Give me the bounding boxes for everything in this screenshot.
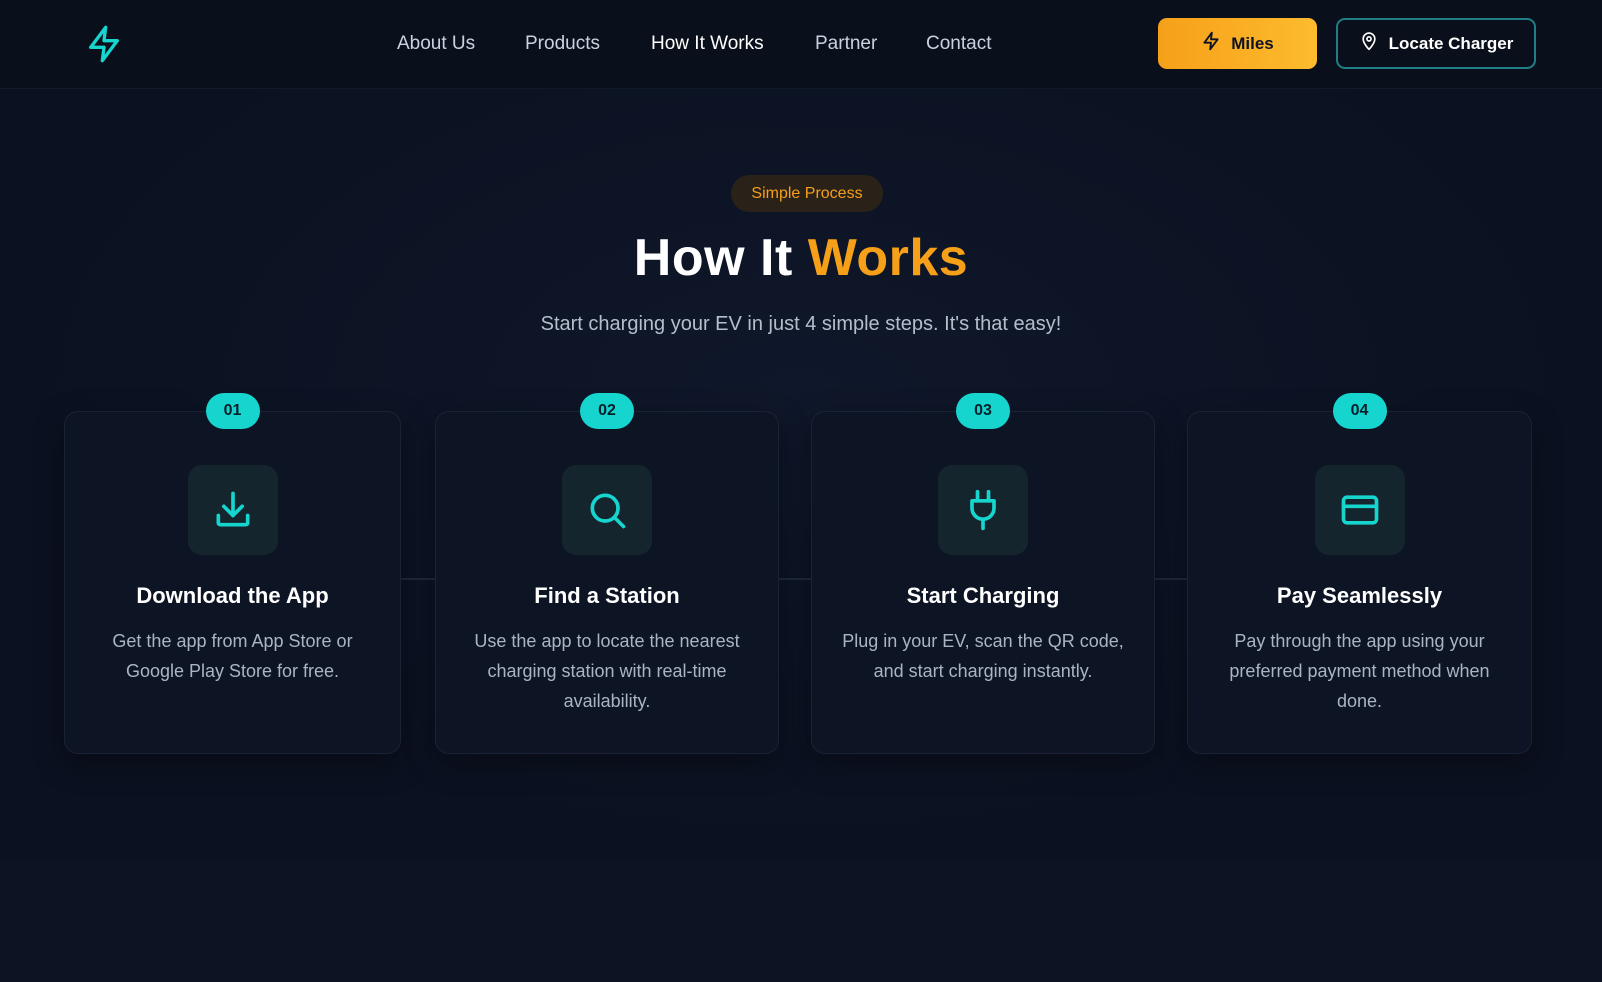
nav-how-it-works[interactable]: How It Works xyxy=(651,33,764,55)
step-description: Use the app to locate the nearest chargi… xyxy=(474,631,740,711)
step-number: 03 xyxy=(956,393,1010,429)
title-main: How It xyxy=(633,229,808,287)
nav-partner[interactable]: Partner xyxy=(815,33,877,55)
nav-contact[interactable]: Contact xyxy=(926,33,991,55)
step-description: Plug in your EV, scan the QR code, and s… xyxy=(842,631,1124,681)
step-connector xyxy=(400,578,436,580)
step-title: Start Charging xyxy=(906,583,1060,608)
section-subtitle: Start charging your EV in just 4 simple … xyxy=(540,313,1062,335)
lightning-icon xyxy=(1201,31,1221,56)
step-description: Get the app from App Store or Google Pla… xyxy=(112,631,353,681)
step-card-4: 04 Pay Seamlessly Pay through the app us… xyxy=(1187,393,1532,754)
step-number: 02 xyxy=(580,393,634,429)
step-card-1: 01 Download the App Get the app from App… xyxy=(64,393,401,754)
step-title: Download the App xyxy=(136,583,329,608)
step-number: 04 xyxy=(1332,393,1387,429)
download-icon xyxy=(187,465,278,555)
map-pin-icon xyxy=(1359,31,1379,56)
step-title: Find a Station xyxy=(534,583,680,608)
step-card-3: 03 Start Charging Plug in your EV, scan … xyxy=(811,393,1155,754)
next-section-background xyxy=(0,859,1602,982)
title-accent: Works xyxy=(807,229,969,287)
step-connector xyxy=(778,578,812,580)
plug-icon xyxy=(938,465,1028,555)
step-number: 01 xyxy=(205,393,260,429)
credit-card-icon xyxy=(1314,465,1405,555)
locate-charger-button[interactable]: Locate Charger xyxy=(1336,18,1536,69)
search-icon xyxy=(562,465,652,555)
locate-charger-label: Locate Charger xyxy=(1388,33,1514,53)
miles-button[interactable]: Miles xyxy=(1158,18,1317,69)
section-title: How It Works xyxy=(0,228,1602,288)
step-connector xyxy=(1154,578,1188,580)
step-card-2: 02 Find a Station Use the app to locate … xyxy=(435,393,779,754)
nav-products[interactable]: Products xyxy=(525,33,600,55)
step-description: Pay through the app using your preferred… xyxy=(1229,631,1490,711)
navbar: About Us Products How It Works Partner C… xyxy=(0,0,1602,89)
miles-button-label: Miles xyxy=(1231,33,1274,53)
step-title: Pay Seamlessly xyxy=(1276,583,1443,608)
section-badge: Simple Process xyxy=(731,175,883,212)
nav-about-us[interactable]: About Us xyxy=(397,33,475,55)
lightning-logo-icon[interactable] xyxy=(84,24,124,64)
